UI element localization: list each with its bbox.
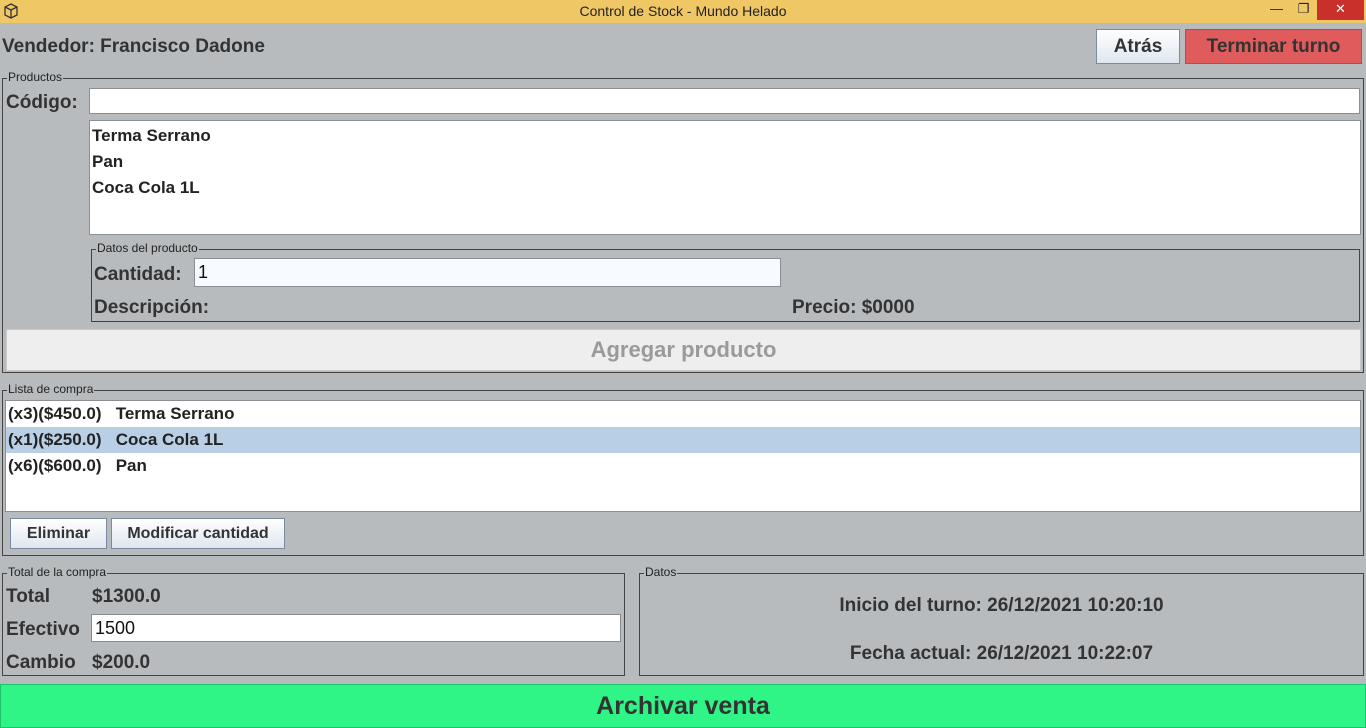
cash-label: Efectivo bbox=[6, 619, 80, 640]
quantity-label: Cantidad: bbox=[94, 264, 182, 285]
change-value: $200.0 bbox=[92, 652, 151, 673]
purchase-item[interactable]: (x6)($600.0) Pan bbox=[6, 453, 1360, 479]
code-label: Código: bbox=[6, 92, 78, 113]
product-list[interactable]: Terma Serrano Pan Coca Cola 1L bbox=[89, 120, 1361, 235]
end-shift-button[interactable]: Terminar turno bbox=[1185, 29, 1362, 64]
product-details-legend: Datos del producto bbox=[96, 241, 199, 255]
total-value: $1300.0 bbox=[92, 586, 161, 607]
info-legend: Datos bbox=[644, 565, 678, 579]
description-label: Descripción: bbox=[94, 297, 210, 318]
products-legend: Productos bbox=[7, 70, 64, 84]
current-date: Fecha actual: 26/12/2021 10:22:07 bbox=[849, 643, 1154, 664]
quantity-input[interactable] bbox=[194, 258, 781, 287]
total-label: Total bbox=[6, 586, 50, 607]
delete-button[interactable]: Eliminar bbox=[10, 518, 107, 549]
maximize-button[interactable]: ❐ bbox=[1290, 0, 1317, 20]
code-input[interactable] bbox=[89, 88, 1360, 114]
purchase-list[interactable]: (x3)($450.0) Terma Serrano (x1)($250.0) … bbox=[5, 400, 1361, 512]
shift-start: Inicio del turno: 26/12/2021 10:20:10 bbox=[839, 595, 1164, 616]
price-label: Precio: $0000 bbox=[792, 297, 915, 318]
minimize-button[interactable]: — bbox=[1263, 0, 1290, 20]
totals-legend: Total de la compra bbox=[7, 565, 108, 579]
change-label: Cambio bbox=[6, 652, 76, 673]
purchase-item[interactable]: (x3)($450.0) Terma Serrano bbox=[6, 401, 1360, 427]
cash-input[interactable] bbox=[91, 614, 621, 642]
title-bar: Control de Stock - Mundo Helado — ❐ ✕ bbox=[0, 0, 1366, 23]
add-product-button[interactable]: Agregar producto bbox=[6, 329, 1361, 371]
product-item[interactable]: Coca Cola 1L bbox=[90, 175, 1360, 201]
archive-sale-button[interactable]: Archivar venta bbox=[0, 684, 1366, 728]
seller-label: Vendedor: Francisco Dadone bbox=[2, 36, 265, 57]
purchase-list-legend: Lista de compra bbox=[7, 382, 95, 396]
purchase-item-selected[interactable]: (x1)($250.0) Coca Cola 1L bbox=[6, 427, 1360, 453]
product-item[interactable]: Pan bbox=[90, 149, 1360, 175]
modify-quantity-button[interactable]: Modificar cantidad bbox=[111, 518, 285, 549]
window-title: Control de Stock - Mundo Helado bbox=[579, 3, 787, 19]
product-item[interactable]: Terma Serrano bbox=[90, 123, 1360, 149]
close-button[interactable]: ✕ bbox=[1317, 0, 1364, 20]
back-button[interactable]: Atrás bbox=[1096, 29, 1180, 64]
